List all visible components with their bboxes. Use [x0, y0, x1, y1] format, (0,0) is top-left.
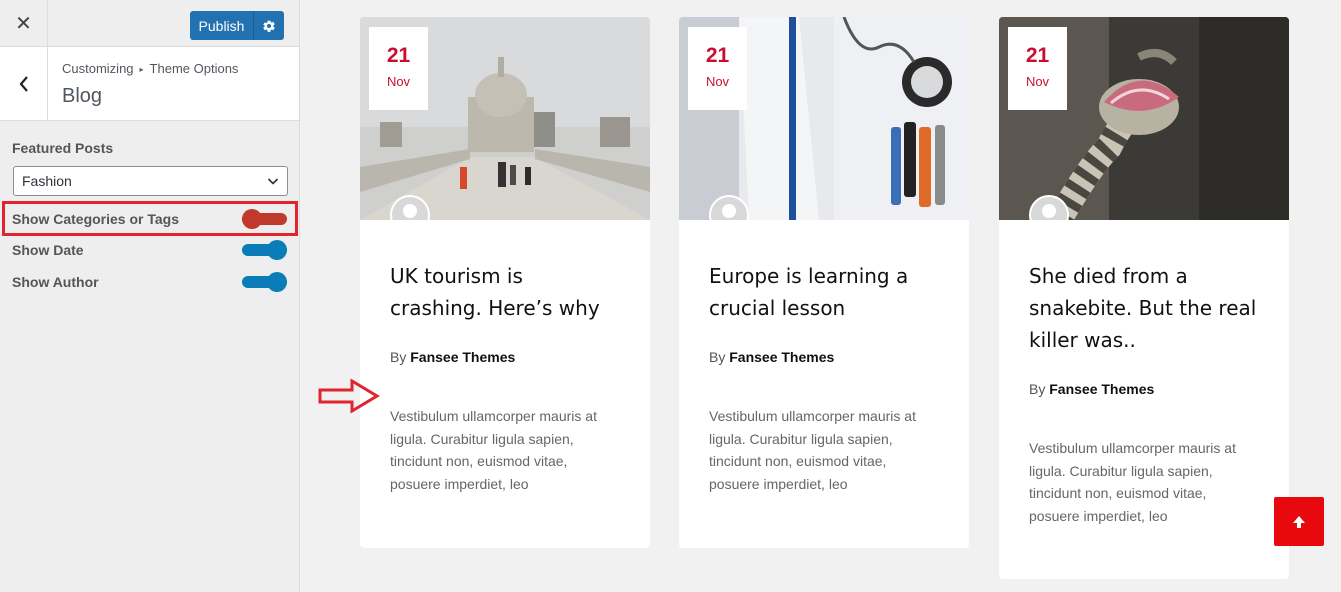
toggle-knob: [267, 240, 287, 260]
post-date-badge: 21 Nov: [369, 27, 428, 110]
post-author-link[interactable]: Fansee Themes: [1049, 381, 1154, 397]
breadcrumb-customizing: Customizing: [62, 61, 134, 76]
byline-prefix: By: [709, 349, 726, 365]
featured-posts-select[interactable]: Fashion: [13, 166, 288, 196]
chevron-down-icon: [267, 174, 279, 190]
post-date-month: Nov: [705, 74, 730, 89]
post-excerpt: Vestibulum ullamcorper mauris at ligula.…: [1029, 440, 1236, 524]
post-date-day: 21: [386, 44, 411, 67]
post-title-line[interactable]: UK tourism is: [390, 260, 620, 292]
post-title[interactable]: UK tourism is crashing. Here’s why: [390, 260, 620, 324]
post-date-badge: 21 Nov: [1008, 27, 1067, 110]
post-title[interactable]: She died from a snakebite. But the real …: [1029, 260, 1259, 356]
post-thumbnail[interactable]: 21 Nov: [999, 17, 1289, 220]
post-title-line[interactable]: crashing. Here’s why: [390, 292, 620, 324]
post-date-day: 21: [1025, 44, 1050, 67]
highlight-box: [2, 201, 298, 236]
gear-icon[interactable]: [254, 11, 284, 40]
post-title-line[interactable]: Europe is learning a: [709, 260, 939, 292]
post-card-body: UK tourism is crashing. Here’s why By Fa…: [360, 220, 650, 525]
byline-prefix: By: [390, 349, 407, 365]
post-thumbnail[interactable]: 21 Nov: [360, 17, 650, 220]
section-title: Blog: [62, 85, 103, 107]
arrow-right-icon: [318, 378, 380, 417]
post-author-link[interactable]: Fansee Themes: [410, 349, 515, 365]
post-title-line[interactable]: She died from a: [1029, 260, 1259, 292]
post-excerpt: Vestibulum ullamcorper mauris at ligula.…: [390, 408, 597, 492]
breadcrumb-separator-icon: ▸: [139, 65, 144, 74]
show-author-toggle[interactable]: [242, 272, 287, 292]
post-thumbnail[interactable]: 21 Nov: [679, 17, 969, 220]
show-author-label: Show Author: [12, 274, 99, 290]
toggle-knob: [267, 272, 287, 292]
toggle-row-date: Show Date: [0, 235, 299, 265]
back-chevron-icon[interactable]: [0, 47, 48, 120]
post-card[interactable]: 21 Nov UK tourism is crashing. Here’s wh…: [360, 17, 650, 548]
post-card-body: She died from a snakebite. But the real …: [999, 220, 1289, 557]
post-excerpt: Vestibulum ullamcorper mauris at ligula.…: [709, 408, 916, 492]
post-title-line[interactable]: crucial lesson: [709, 292, 939, 324]
post-card[interactable]: 21 Nov Europe is learning a crucial less…: [679, 17, 969, 548]
arrow-up-icon: [1293, 515, 1305, 528]
post-byline: By Fansee Themes: [709, 349, 939, 365]
post-byline: By Fansee Themes: [1029, 381, 1259, 397]
post-author-link[interactable]: Fansee Themes: [729, 349, 834, 365]
byline-prefix: By: [1029, 381, 1046, 397]
publish-label[interactable]: Publish: [190, 11, 254, 40]
featured-posts-value: Fashion: [22, 173, 72, 189]
post-title-line[interactable]: snakebite. But the real: [1029, 292, 1259, 324]
toggle-row-author: Show Author: [0, 267, 299, 297]
show-date-label: Show Date: [12, 242, 84, 258]
post-byline: By Fansee Themes: [390, 349, 620, 365]
featured-posts-label: Featured Posts: [12, 140, 114, 156]
post-title-line[interactable]: killer was..: [1029, 324, 1259, 356]
close-icon[interactable]: ✕: [0, 0, 48, 46]
post-date-badge: 21 Nov: [688, 27, 747, 110]
post-date-month: Nov: [386, 74, 411, 89]
post-date-day: 21: [705, 44, 730, 67]
show-date-toggle[interactable]: [242, 240, 287, 260]
customizer-header: ✕ Publish: [0, 0, 299, 47]
post-card-body: Europe is learning a crucial lesson By F…: [679, 220, 969, 525]
customizer-sidebar: ✕ Publish Customizing ▸ Theme Options Blog…: [0, 0, 300, 592]
section-header: Customizing ▸ Theme Options Blog: [0, 47, 299, 121]
post-card[interactable]: 21 Nov She died from a snakebite. But th…: [999, 17, 1289, 579]
post-date-month: Nov: [1025, 74, 1050, 89]
breadcrumb-theme-options: Theme Options: [149, 61, 239, 76]
publish-button[interactable]: Publish: [190, 11, 284, 40]
breadcrumb: Customizing ▸ Theme Options: [62, 61, 238, 76]
back-to-top-button[interactable]: [1274, 497, 1324, 546]
post-title[interactable]: Europe is learning a crucial lesson: [709, 260, 939, 324]
